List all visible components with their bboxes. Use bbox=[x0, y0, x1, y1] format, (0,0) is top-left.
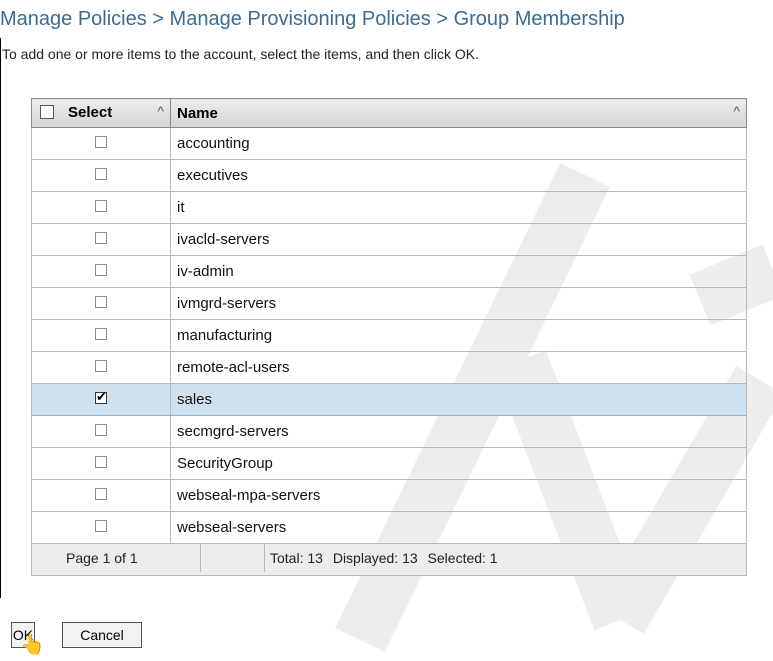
row-select-cell bbox=[31, 415, 171, 448]
divider bbox=[200, 544, 201, 572]
page-title: Manage Policies > Manage Provisioning Po… bbox=[0, 8, 625, 30]
cancel-button[interactable]: Cancel bbox=[62, 622, 142, 648]
ok-button[interactable]: OK bbox=[11, 622, 35, 648]
row-checkbox[interactable] bbox=[95, 389, 107, 405]
table-row[interactable]: remote-acl-users bbox=[31, 351, 747, 384]
row-select-cell bbox=[31, 191, 171, 224]
name-column-header[interactable]: Name ^ bbox=[170, 98, 747, 128]
table-row[interactable]: ivacld-servers bbox=[31, 223, 747, 256]
total-count: Total: 13 bbox=[270, 550, 323, 566]
pager-bar: Page 1 of 1 Total: 13 Displayed: 13 Sele… bbox=[31, 543, 747, 576]
table-row[interactable]: secmgrd-servers bbox=[31, 415, 747, 448]
row-checkbox[interactable] bbox=[95, 168, 107, 180]
row-select-cell bbox=[31, 511, 171, 544]
row-name: ivacld-servers bbox=[170, 223, 747, 256]
row-checkbox[interactable] bbox=[95, 456, 107, 468]
row-checkbox[interactable] bbox=[95, 200, 107, 212]
name-header-label: Name bbox=[177, 104, 218, 122]
row-name: iv-admin bbox=[170, 255, 747, 288]
select-header-label: Select bbox=[68, 104, 113, 121]
row-name: SecurityGroup bbox=[170, 447, 747, 480]
summary-stats: Total: 13 Displayed: 13 Selected: 1 bbox=[270, 550, 504, 566]
table-row[interactable]: ivmgrd-servers bbox=[31, 287, 747, 320]
row-select-cell bbox=[31, 287, 171, 320]
row-checkbox[interactable] bbox=[95, 136, 107, 148]
row-name: ivmgrd-servers bbox=[170, 287, 747, 320]
divider bbox=[0, 38, 1, 598]
row-checkbox[interactable] bbox=[95, 264, 107, 276]
page-indicator: Page 1 of 1 bbox=[66, 550, 138, 566]
table-row[interactable]: sales bbox=[31, 383, 747, 416]
table-row[interactable]: webseal-mpa-servers bbox=[31, 479, 747, 512]
row-select-cell bbox=[31, 223, 171, 256]
row-name: remote-acl-users bbox=[170, 351, 747, 384]
selected-count: Selected: 1 bbox=[427, 550, 498, 566]
row-checkbox[interactable] bbox=[95, 520, 107, 532]
table-row[interactable]: accounting bbox=[31, 127, 747, 160]
divider bbox=[264, 544, 265, 572]
row-checkbox[interactable] bbox=[95, 424, 107, 436]
select-all-checkbox[interactable] bbox=[40, 105, 54, 119]
select-column-header[interactable]: Select ^ bbox=[31, 98, 171, 128]
row-checkbox[interactable] bbox=[95, 328, 107, 340]
row-select-cell bbox=[31, 319, 171, 352]
row-name: executives bbox=[170, 159, 747, 192]
table-header-row: Select ^ Name ^ bbox=[31, 98, 747, 128]
row-checkbox[interactable] bbox=[95, 488, 107, 500]
table-row[interactable]: webseal-servers bbox=[31, 511, 747, 544]
displayed-count: Displayed: 13 bbox=[332, 550, 418, 566]
row-name: webseal-mpa-servers bbox=[170, 479, 747, 512]
table-footer-row: Page 1 of 1 Total: 13 Displayed: 13 Sele… bbox=[31, 543, 747, 576]
row-name: it bbox=[170, 191, 747, 224]
row-select-cell bbox=[31, 159, 171, 192]
row-name: manufacturing bbox=[170, 319, 747, 352]
row-name: webseal-servers bbox=[170, 511, 747, 544]
row-select-cell bbox=[31, 479, 171, 512]
group-membership-table: Select ^ Name ^ accounting executives it iv… bbox=[31, 98, 747, 576]
row-checkbox[interactable] bbox=[95, 296, 107, 308]
row-select-cell bbox=[31, 351, 171, 384]
row-name: secmgrd-servers bbox=[170, 415, 747, 448]
row-checkbox[interactable] bbox=[95, 360, 107, 372]
caret-up-icon[interactable]: ^ bbox=[733, 103, 740, 119]
row-name: sales bbox=[170, 383, 747, 416]
table-row[interactable]: iv-admin bbox=[31, 255, 747, 288]
row-checkbox[interactable] bbox=[95, 232, 107, 244]
row-select-cell bbox=[31, 255, 171, 288]
row-select-cell bbox=[31, 383, 171, 416]
row-select-cell bbox=[31, 127, 171, 160]
instructions-text: To add one or more items to the account,… bbox=[2, 46, 480, 62]
row-name: accounting bbox=[170, 127, 747, 160]
table-row[interactable]: it bbox=[31, 191, 747, 224]
table-row[interactable]: executives bbox=[31, 159, 747, 192]
row-select-cell bbox=[31, 447, 171, 480]
table-row[interactable]: manufacturing bbox=[31, 319, 747, 352]
caret-up-icon[interactable]: ^ bbox=[157, 103, 164, 119]
table-row[interactable]: SecurityGroup bbox=[31, 447, 747, 480]
